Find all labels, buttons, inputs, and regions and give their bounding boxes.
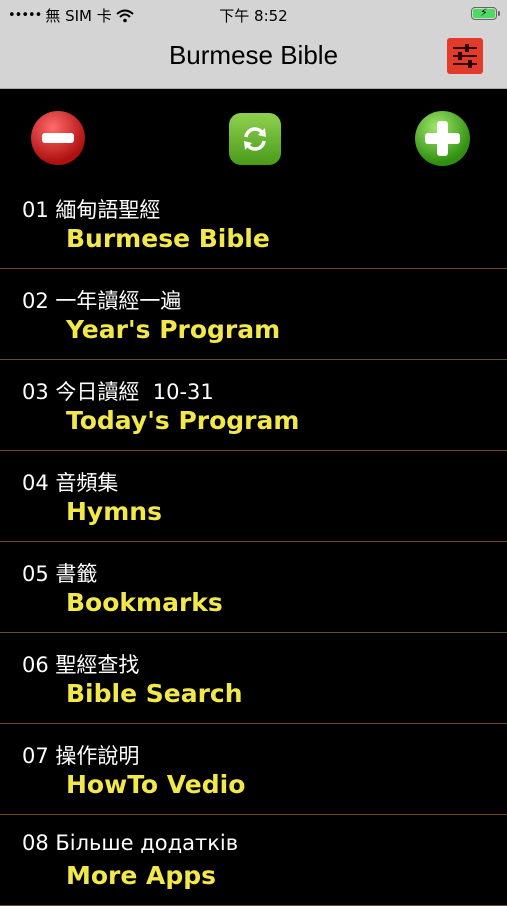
menu-item-bookmarks[interactable]: 05 書籤 Bookmarks bbox=[0, 542, 507, 633]
menu-item-todays-program[interactable]: 03 今日讀經 10-31 Today's Program bbox=[0, 360, 507, 451]
refresh-button[interactable] bbox=[229, 113, 281, 165]
menu-item-hymns[interactable]: 04 音頻集 Hymns bbox=[0, 451, 507, 542]
menu-item-howto-video[interactable]: 07 操作說明 HowTo Vedio bbox=[0, 724, 507, 815]
menu-item-title: 03 今日讀經 10-31 bbox=[22, 380, 214, 404]
menu-item-subtitle: Year's Program bbox=[66, 315, 281, 344]
menu-item-years-program[interactable]: 02 一年讀經一遍 Year's Program bbox=[0, 269, 507, 360]
status-bar: ••••• 無 SIM 卡 下午 8:52 ⚡ bbox=[0, 0, 507, 28]
menu-item-title: 06 聖經查找 bbox=[22, 653, 140, 677]
menu-item-burmese-bible[interactable]: 01 緬甸語聖經 Burmese Bible bbox=[0, 178, 507, 269]
page-title: Burmese Bible bbox=[168, 40, 339, 70]
menu-item-subtitle: Bookmarks bbox=[66, 588, 223, 617]
menu-list: 01 緬甸語聖經 Burmese Bible 02 一年讀經一遍 Year's … bbox=[0, 178, 507, 906]
minus-circle-icon bbox=[42, 133, 74, 143]
refresh-icon bbox=[244, 127, 266, 151]
menu-item-title: 02 一年讀經一遍 bbox=[22, 289, 182, 313]
clock: 下午 8:52 bbox=[219, 7, 288, 25]
remove-button[interactable] bbox=[31, 111, 85, 165]
menu-item-title: 01 緬甸語聖經 bbox=[22, 198, 161, 222]
add-button[interactable] bbox=[415, 111, 470, 166]
menu-item-title: 07 操作說明 bbox=[22, 744, 140, 768]
battery-icon: ⚡ bbox=[471, 6, 500, 20]
nav-bar: Burmese Bible bbox=[0, 28, 507, 89]
sliders-icon bbox=[453, 44, 477, 68]
settings-button[interactable] bbox=[447, 38, 483, 74]
menu-item-title: 04 音頻集 bbox=[22, 471, 119, 495]
menu-item-subtitle: Bible Search bbox=[66, 679, 243, 708]
menu-item-more-apps[interactable]: 08 Більше додатків More Apps bbox=[0, 815, 507, 906]
menu-item-subtitle: Hymns bbox=[66, 497, 162, 526]
menu-item-title: 08 Більше додатків bbox=[22, 831, 239, 855]
menu-item-subtitle: HowTo Vedio bbox=[66, 770, 246, 799]
menu-item-subtitle: Today's Program bbox=[66, 406, 300, 435]
menu-item-subtitle: Burmese Bible bbox=[66, 224, 270, 253]
menu-item-title: 05 書籤 bbox=[22, 562, 98, 586]
menu-item-bible-search[interactable]: 06 聖經查找 Bible Search bbox=[0, 633, 507, 724]
menu-item-subtitle: More Apps bbox=[66, 861, 217, 890]
toolbar bbox=[0, 88, 507, 188]
